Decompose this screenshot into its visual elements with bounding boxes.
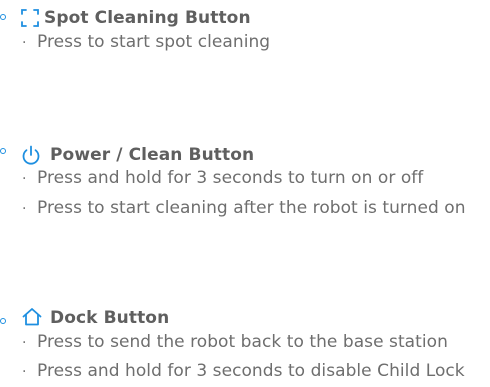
section-marker-dot: [0, 148, 6, 154]
bullet-mark: ·: [22, 35, 27, 51]
section-bullet: · Press and hold for 3 seconds to turn on…: [22, 168, 423, 188]
bullet-text: Press to start cleaning after the robot …: [37, 198, 466, 218]
bullet-text: Press and hold for 3 seconds to turn on …: [37, 168, 424, 188]
section-bullet: · Press and hold for 3 seconds to disable…: [22, 361, 465, 381]
bullet-mark: ·: [22, 364, 27, 380]
power-icon: [22, 145, 40, 165]
section-title: Spot Cleaning Button: [44, 8, 251, 28]
section-marker-dot: [0, 14, 6, 20]
bullet-text: Press to start spot cleaning: [37, 32, 271, 52]
bullet-mark: ·: [22, 201, 27, 217]
section-bullet: · Press to start spot cleaning: [22, 32, 270, 52]
section-title: Dock Button: [50, 308, 170, 328]
bullet-mark: ·: [22, 171, 27, 187]
home-icon: [22, 308, 42, 326]
section-bullet: · Press to send the robot back to the bas…: [22, 332, 448, 352]
section-bullet: · Press to start cleaning after the robot…: [22, 198, 466, 218]
bullet-text: Press to send the robot back to the base…: [37, 332, 448, 352]
bullet-text: Press and hold for 3 seconds to disable …: [37, 361, 465, 381]
section-marker-dot: [0, 318, 6, 324]
spot-cleaning-icon: [21, 9, 39, 27]
section-title: Power / Clean Button: [50, 145, 255, 165]
bullet-mark: ·: [22, 335, 27, 351]
